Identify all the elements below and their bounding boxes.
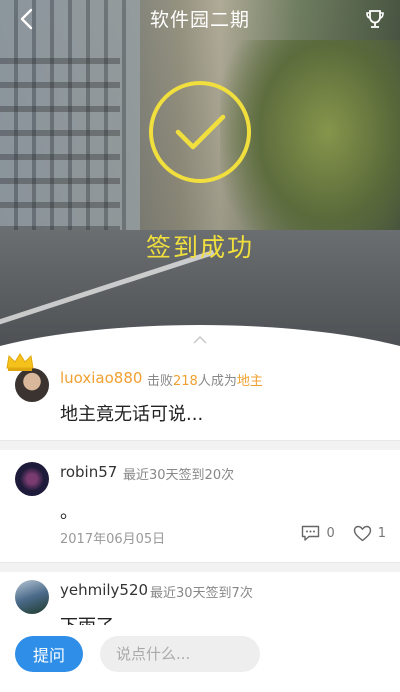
checkin-success-text: 签到成功 <box>145 233 254 262</box>
checkmark-circle-icon <box>149 81 251 183</box>
avatar[interactable] <box>15 368 49 402</box>
section-divider <box>0 440 400 450</box>
comment-icon <box>302 525 320 541</box>
ask-question-button[interactable]: 提问 <box>15 636 83 672</box>
username[interactable]: yehmily520 <box>60 581 148 599</box>
avatar[interactable] <box>15 462 49 496</box>
section-divider <box>0 562 400 572</box>
post-meta: 最近30天签到20次 <box>123 468 235 483</box>
comment-input[interactable] <box>100 636 260 672</box>
username[interactable]: robin57 <box>60 463 117 481</box>
comment-button[interactable]: 0 <box>301 525 335 542</box>
list-item[interactable]: robin57 最近30天签到20次 。 <box>0 450 400 570</box>
bottom-input-bar: 提问 <box>0 625 400 675</box>
post-meta: 击败218人成为地主 <box>147 374 263 389</box>
crown-icon <box>6 353 34 371</box>
post-actions: 0 1 <box>301 525 386 542</box>
post-meta: 最近30天签到7次 <box>150 586 253 601</box>
leaderboard-button[interactable] <box>362 6 388 32</box>
trophy-icon <box>366 10 384 28</box>
list-item[interactable]: luoxiao880 击败218人成为地主 地主竟无话可说... <box>0 348 400 440</box>
like-button[interactable]: 1 <box>353 525 386 542</box>
hero-banner: 软件园二期 签到成功 <box>0 0 400 360</box>
avatar[interactable] <box>15 580 49 614</box>
post-date: 2017年06月05日 <box>60 532 166 547</box>
post-content: 。 <box>60 502 78 523</box>
page-title: 软件园二期 <box>149 9 250 31</box>
like-count: 1 <box>377 526 386 541</box>
comment-count: 0 <box>326 526 335 541</box>
heart-icon <box>353 525 371 542</box>
post-content: 地主竟无话可说... <box>60 404 204 425</box>
username[interactable]: luoxiao880 <box>60 369 142 387</box>
background-photo-windows <box>0 40 120 240</box>
chevron-up-icon[interactable] <box>192 335 208 345</box>
